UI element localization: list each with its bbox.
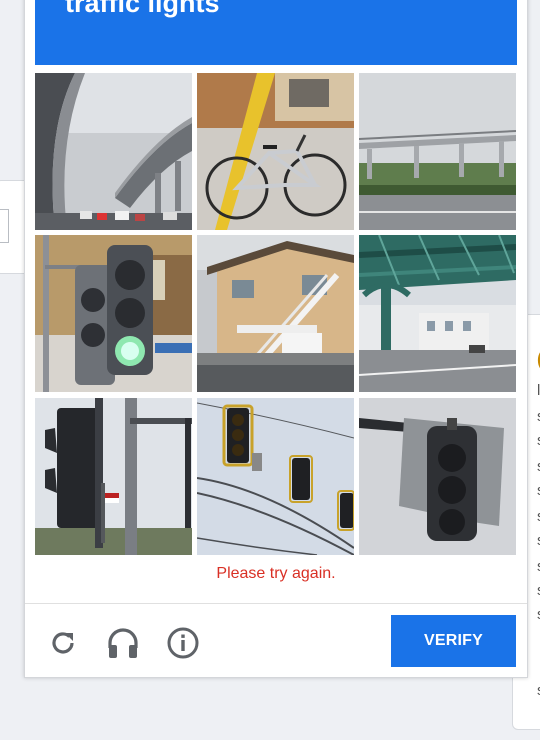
challenge-target-text: traffic lights <box>65 0 220 18</box>
captcha-challenge-frame: traffic lights Please try again. VERIFY <box>24 0 528 678</box>
image-tile-pedestrian-bridge[interactable] <box>359 73 516 230</box>
background-checkbox <box>0 209 9 243</box>
reload-icon[interactable] <box>45 625 81 661</box>
image-tile-traffic-light-green[interactable] <box>35 235 192 392</box>
footer-divider <box>25 603 527 604</box>
challenge-header: traffic lights <box>35 0 517 65</box>
image-tile-bicycle[interactable] <box>197 73 354 230</box>
image-tile-traffic-light-underside[interactable] <box>359 398 516 555</box>
image-tile-houses-with-stairs[interactable] <box>197 235 354 392</box>
verify-button[interactable]: VERIFY <box>391 615 516 667</box>
image-tile-traffic-lights-on-wire[interactable] <box>197 398 354 555</box>
error-message: Please try again. <box>216 565 336 582</box>
image-tile-highway-overpass[interactable] <box>35 73 192 230</box>
info-icon[interactable] <box>165 625 201 661</box>
image-tile-elevated-structure[interactable] <box>359 235 516 392</box>
image-tile-traffic-light-back[interactable] <box>35 398 192 555</box>
headphones-icon[interactable] <box>105 625 141 661</box>
